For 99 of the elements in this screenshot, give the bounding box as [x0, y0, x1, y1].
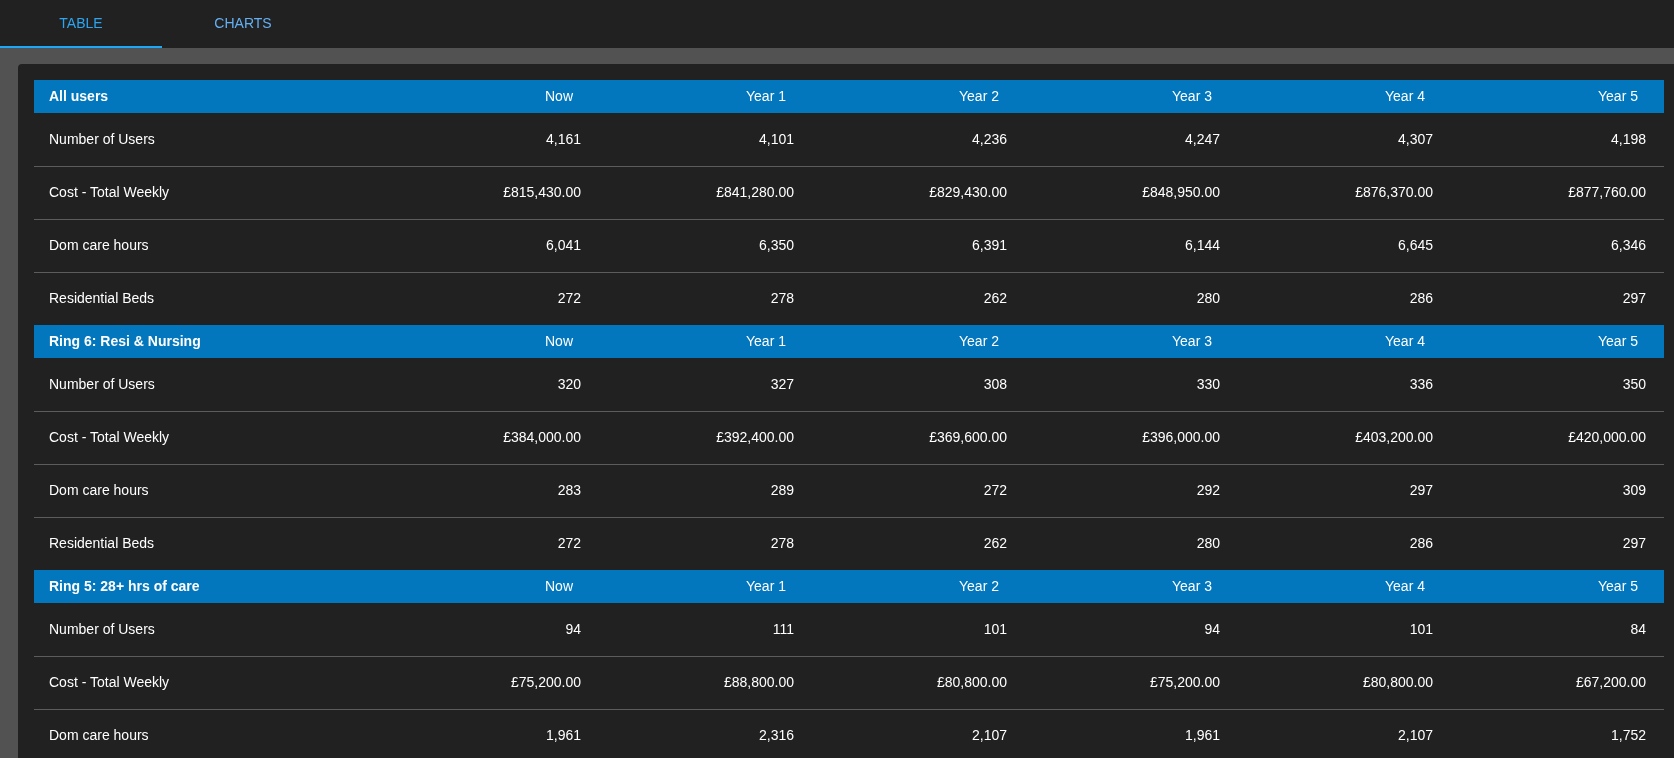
table-cell: 1,961: [545, 727, 581, 744]
row-label: Cost - Total Weekly: [49, 429, 170, 445]
column-header: Now: [545, 333, 573, 349]
column-header: Year 5: [1598, 333, 1638, 349]
table-cell: 297: [1409, 482, 1433, 498]
table-cell: 297: [1622, 535, 1646, 552]
group-title: Ring 5: 28+ hrs of care: [49, 578, 200, 594]
table-cell: 6,144: [1184, 237, 1220, 253]
column-header: Year 4: [1385, 578, 1425, 594]
table-cell: 297: [1622, 290, 1646, 307]
table-cell: £88,800.00: [723, 674, 794, 690]
table-cell: 6,346: [1610, 237, 1646, 253]
table-cell: 272: [557, 290, 581, 307]
table-cell: 292: [1196, 482, 1220, 498]
row-label: Number of Users: [49, 620, 155, 637]
table-cell: £848,950.00: [1142, 184, 1220, 200]
table-cell: 262: [983, 535, 1007, 552]
table-cell: 4,307: [1397, 130, 1433, 147]
table-cell: £396,000.00: [1142, 429, 1220, 445]
row-label: Cost - Total Weekly: [49, 184, 170, 200]
row-label: Number of Users: [49, 130, 155, 147]
table-cell: 278: [770, 290, 794, 307]
table-cell: £384,000.00: [503, 429, 581, 445]
table-cell: 327: [770, 375, 794, 392]
table-cell: 4,198: [1610, 130, 1646, 147]
row-label: Dom care hours: [49, 482, 149, 498]
column-header: Year 3: [1172, 578, 1212, 594]
table-cell: 101: [1409, 620, 1433, 637]
table-cell: 1,961: [1184, 727, 1220, 744]
table-cell: 2,316: [758, 727, 794, 744]
table-cell: 6,645: [1397, 237, 1433, 253]
table-cell: 336: [1409, 375, 1433, 392]
table-cell: £369,600.00: [929, 429, 1007, 445]
table-cell: 2,107: [971, 727, 1007, 744]
table-cell: £420,000.00: [1568, 429, 1646, 445]
table-cell: £75,200.00: [510, 674, 581, 690]
column-header: Year 1: [746, 333, 786, 349]
column-header: Now: [545, 578, 573, 594]
group-title: Ring 6: Resi & Nursing: [49, 333, 201, 349]
table-cell: £403,200.00: [1355, 429, 1433, 445]
table-cell: £80,800.00: [936, 674, 1007, 690]
table-cell: 4,247: [1184, 130, 1220, 147]
column-header: Year 5: [1598, 578, 1638, 594]
table-cell: £67,200.00: [1575, 674, 1646, 690]
table-cell: 350: [1622, 375, 1646, 392]
table-cell: 111: [772, 620, 794, 637]
table-cell: 308: [983, 375, 1007, 392]
column-header: Year 3: [1172, 333, 1212, 349]
column-header: Year 2: [959, 578, 999, 594]
table-cell: 283: [557, 482, 581, 498]
table-cell: £75,200.00: [1149, 674, 1220, 690]
row-label: Dom care hours: [49, 237, 149, 253]
table-cell: 262: [983, 290, 1007, 307]
column-header: Now: [545, 88, 573, 104]
table-cell: 101: [983, 620, 1007, 637]
table-cell: 286: [1409, 290, 1433, 307]
row-label: Residential Beds: [49, 290, 155, 307]
table-cell: 320: [557, 375, 581, 392]
column-header: Year 5: [1598, 88, 1638, 104]
table-cell: £876,370.00: [1355, 184, 1433, 200]
column-header: Year 1: [746, 578, 786, 594]
row-label: Cost - Total Weekly: [49, 674, 170, 690]
row-label: Number of Users: [49, 375, 155, 392]
table-cell: 6,350: [758, 237, 794, 253]
table-cell: 94: [1204, 620, 1220, 637]
column-header: Year 2: [959, 88, 999, 104]
table-cell: £80,800.00: [1362, 674, 1433, 690]
table-cell: £829,430.00: [929, 184, 1007, 200]
column-header: Year 4: [1385, 333, 1425, 349]
table-cell: 84: [1630, 620, 1646, 637]
row-label: Residential Beds: [49, 535, 155, 552]
table-cell: 286: [1409, 535, 1433, 552]
table-cell: 289: [770, 482, 794, 498]
table-cell: £841,280.00: [716, 184, 794, 200]
table-cell: 4,236: [971, 130, 1007, 147]
column-header: Year 2: [959, 333, 999, 349]
tab[interactable]: CHARTS: [162, 0, 324, 48]
row-label: Dom care hours: [49, 727, 149, 744]
table-cell: 280: [1196, 290, 1220, 307]
table-cell: 4,161: [545, 130, 581, 147]
table-cell: 278: [770, 535, 794, 552]
table-cell: 272: [983, 482, 1007, 498]
column-header: Year 3: [1172, 88, 1212, 104]
table-cell: 2,107: [1397, 727, 1433, 744]
column-header: Year 4: [1385, 88, 1425, 104]
table-cell: 4,101: [758, 130, 794, 147]
table-cell: £815,430.00: [503, 184, 581, 200]
group-title: All users: [49, 88, 109, 104]
table-cell: 6,041: [545, 237, 581, 253]
table-cell: 309: [1622, 482, 1646, 498]
table-cell: 94: [565, 620, 581, 637]
table-cell: 330: [1196, 375, 1220, 392]
table-cell: 280: [1196, 535, 1220, 552]
column-header: Year 1: [746, 88, 786, 104]
table-cell: £877,760.00: [1568, 184, 1646, 200]
table-cell: 1,752: [1610, 727, 1646, 744]
table-cell: £392,400.00: [716, 429, 794, 445]
table-cell: 272: [557, 535, 581, 552]
table-cell: 6,391: [971, 237, 1007, 253]
